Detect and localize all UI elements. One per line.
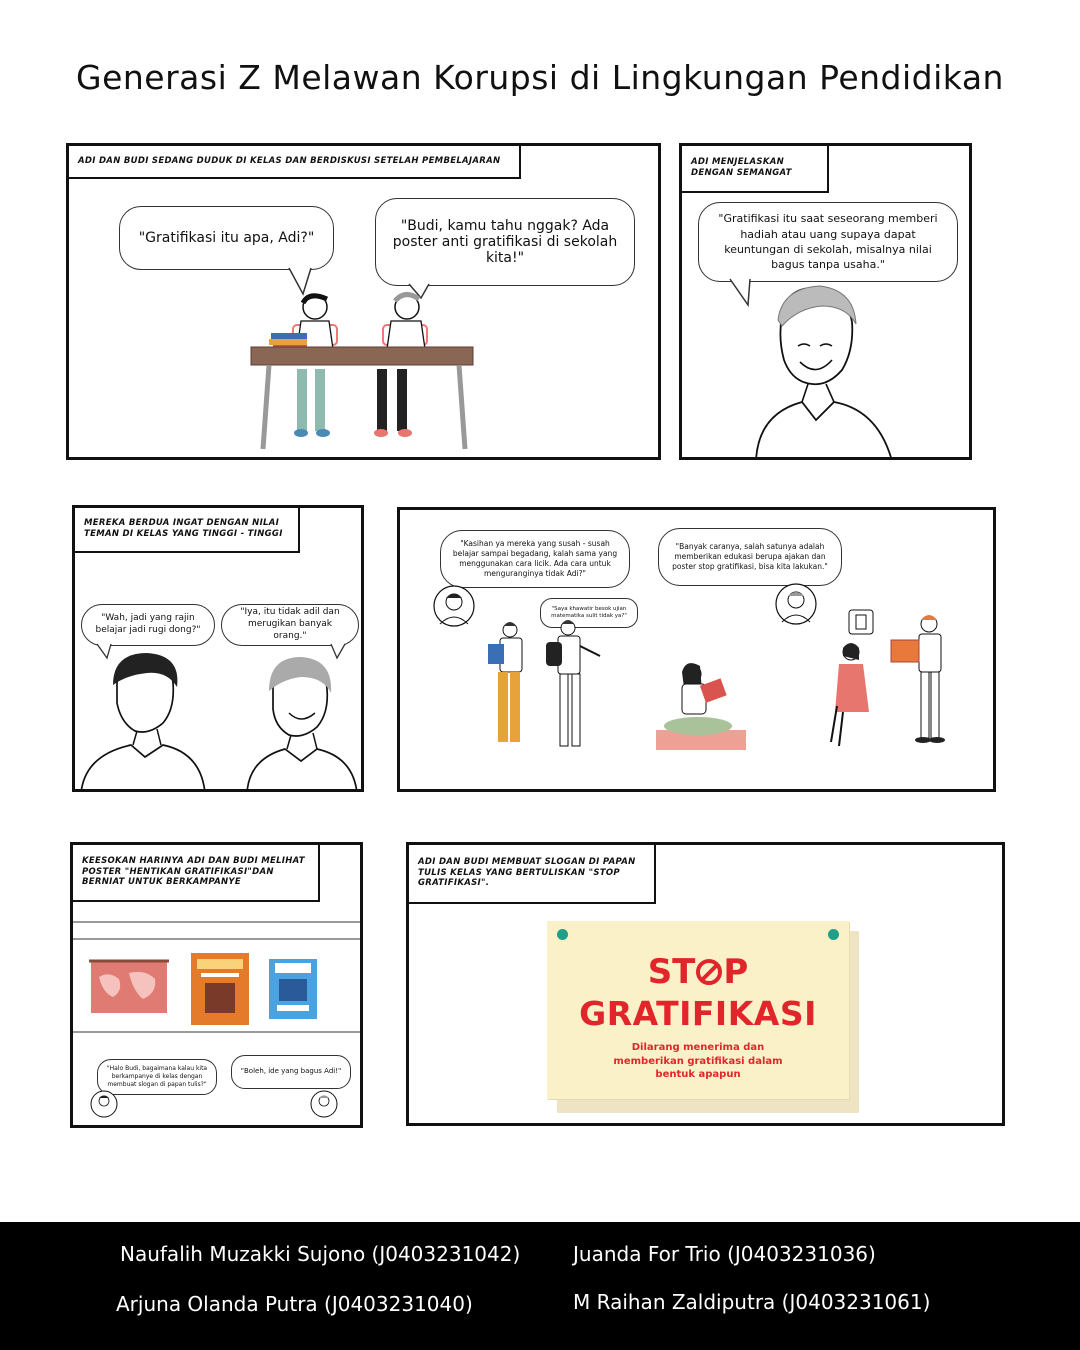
two-boys-thinking-illustration bbox=[80, 653, 358, 789]
gift-giving-illustration bbox=[830, 609, 945, 747]
speech-bubble-right: "Banyak caranya, salah satunya adalah me… bbox=[658, 528, 842, 586]
comic-panel-4: "Kasihan ya mereka yang susah - susah be… bbox=[397, 507, 996, 792]
credits-footer: Naufalih Muzakki Sujono (J0403231042) Ju… bbox=[0, 1222, 1080, 1350]
panel-caption: ADI DAN BUDI MEMBUAT SLOGAN DI PAPAN TUL… bbox=[409, 845, 656, 904]
poster-wall bbox=[73, 921, 360, 1033]
comic-panel-1: ADI DAN BUDI SEDANG DUDUK DI KELAS DAN B… bbox=[66, 143, 661, 460]
wall-stripe bbox=[73, 938, 360, 940]
comic-panel-3: MEREKA BERDUA INGAT DENGAN NILAI TEMAN D… bbox=[72, 505, 364, 792]
speech-bubble-left: "Wah, jadi yang rajin belajar jadi rugi … bbox=[81, 604, 215, 646]
credit-name: Juanda For Trio (J0403231036) bbox=[573, 1242, 876, 1266]
students-at-desk-illustration bbox=[250, 292, 474, 450]
speech-bubble-right: "Iya, itu tidak adil dan merugikan banya… bbox=[221, 604, 359, 646]
walking-students-illustration bbox=[488, 620, 601, 747]
adi-avatar-icon bbox=[90, 1090, 118, 1118]
speech-bubble-right: "Boleh, ide yang bagus Adi!" bbox=[231, 1055, 351, 1089]
adi-avatar-icon bbox=[433, 585, 475, 627]
credit-name: Naufalih Muzakki Sujono (J0403231042) bbox=[120, 1242, 521, 1266]
stop-sign-slash bbox=[700, 962, 721, 982]
comic-panel-6: ADI DAN BUDI MEMBUAT SLOGAN DI PAPAN TUL… bbox=[406, 842, 1005, 1126]
page-title: Generasi Z Melawan Korupsi di Lingkungan… bbox=[76, 58, 1004, 97]
sign-subtitle: Dilarang menerima dan memberikan gratifi… bbox=[613, 1042, 783, 1080]
speech-bubble: "Gratifikasi itu saat seseorang memberi … bbox=[698, 202, 958, 282]
sign-title-p: P bbox=[723, 952, 749, 992]
map-poster-icon bbox=[89, 959, 169, 1013]
poster-jauhi-icon bbox=[269, 959, 317, 1019]
panel-caption: ADI DAN BUDI SEDANG DUDUK DI KELAS DAN B… bbox=[69, 146, 521, 179]
panel-caption: MEREKA BERDUA INGAT DENGAN NILAI TEMAN D… bbox=[75, 508, 300, 553]
stop-gratifikasi-sign: ST P GRATIFIKASI Dilarang menerima dan me… bbox=[547, 921, 849, 1099]
budi-avatar-icon bbox=[775, 583, 817, 625]
credit-name: Arjuna Olanda Putra (J0403231040) bbox=[116, 1292, 473, 1316]
poster-hentikan-gratifikasi-icon bbox=[191, 953, 249, 1025]
pin-icon bbox=[828, 929, 839, 940]
panel-caption: KEESOKAN HARINYA ADI DAN BUDI MELIHAT PO… bbox=[73, 845, 320, 902]
budi-avatar-icon bbox=[310, 1090, 338, 1118]
sign-title-line1: ST P bbox=[547, 955, 849, 989]
stop-sign-icon bbox=[696, 959, 723, 985]
comic-panel-2: ADI MENJELASKAN DENGAN SEMANGAT "Gratifi… bbox=[679, 143, 972, 460]
adi-explaining-illustration bbox=[755, 285, 892, 457]
girl-reading-illustration bbox=[656, 663, 746, 750]
panel-caption: ADI MENJELASKAN DENGAN SEMANGAT bbox=[682, 146, 829, 193]
pin-icon bbox=[557, 929, 568, 940]
speech-bubble-left: "Kasihan ya mereka yang susah - susah be… bbox=[440, 530, 630, 588]
sign-title-st: ST bbox=[647, 952, 696, 992]
speech-bubble-right: "Budi, kamu tahu nggak? Ada poster anti … bbox=[375, 198, 635, 286]
speech-bubble-left: "Gratifikasi itu apa, Adi?" bbox=[119, 206, 334, 270]
credit-name: M Raihan Zaldiputra (J0403231061) bbox=[573, 1290, 931, 1314]
comic-panel-5: KEESOKAN HARINYA ADI DAN BUDI MELIHAT PO… bbox=[70, 842, 363, 1128]
sign-title-line2: GRATIFIKASI bbox=[579, 994, 817, 1033]
